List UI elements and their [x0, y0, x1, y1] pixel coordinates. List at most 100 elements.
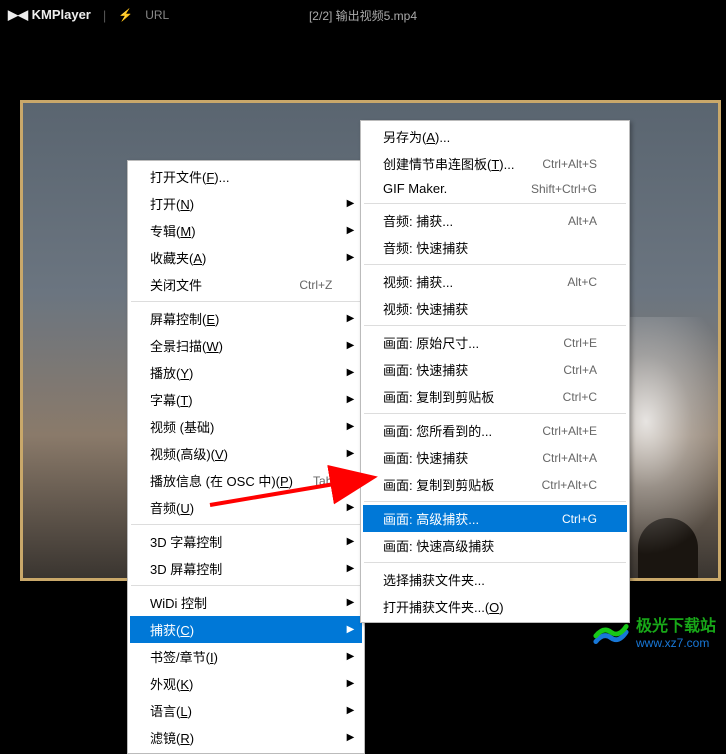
submenu-arrow-icon: ▶	[347, 705, 355, 716]
menu-item-label: 播放信息 (在 OSC 中)(P)	[150, 471, 293, 490]
watermark-icon	[592, 615, 630, 653]
menu-item-label: 视频: 捕获...	[383, 272, 453, 291]
menu-item[interactable]: 创建情节串连图板(T)...Ctrl+Alt+S	[363, 150, 627, 177]
menu-item[interactable]: 画面: 您所看到的... Ctrl+Alt+E	[363, 417, 627, 444]
app-logo: ▶◀ KMPlayer	[8, 7, 91, 23]
menu-separator	[131, 524, 361, 525]
submenu-arrow-icon: ▶	[347, 367, 355, 378]
menu-item-label: 打开文件(F)...	[150, 167, 229, 186]
menu-item-label: 打开(N)	[150, 194, 194, 213]
menu-item[interactable]: 关闭文件Ctrl+Z	[130, 271, 362, 298]
context-menu-main: 打开文件(F)...打开(N)▶专辑(M)▶收藏夹(A)▶关闭文件Ctrl+Z屏…	[127, 160, 365, 754]
submenu-arrow-icon: ▶	[347, 502, 355, 513]
menu-item[interactable]: 画面: 复制到剪贴板Ctrl+C	[363, 383, 627, 410]
silhouette	[638, 518, 698, 578]
menu-item[interactable]: GIF Maker.Shift+Ctrl+G	[363, 177, 627, 200]
watermark-url: www.xz7.com	[636, 636, 716, 650]
menu-item[interactable]: 画面: 快速捕获Ctrl+Alt+A	[363, 444, 627, 471]
url-label[interactable]: URL	[145, 8, 169, 22]
menu-item[interactable]: 选择捕获文件夹...	[363, 566, 627, 593]
submenu-arrow-icon: ▶	[347, 448, 355, 459]
menu-item[interactable]: 3D 字幕控制▶	[130, 528, 362, 555]
menu-item-label: 收藏夹(A)	[150, 248, 206, 267]
menu-item[interactable]: 画面: 快速高级捕获	[363, 532, 627, 559]
submenu-arrow-icon: ▶	[347, 597, 355, 608]
menu-item[interactable]: 全景扫描(W) ▶	[130, 332, 362, 359]
menu-item[interactable]: 视频: 捕获... Alt+C	[363, 268, 627, 295]
menu-item[interactable]: 画面: 原始尺寸...Ctrl+E	[363, 329, 627, 356]
menu-separator	[364, 501, 626, 502]
menu-separator	[131, 585, 361, 586]
menu-item-shortcut: Alt+C	[567, 275, 597, 289]
lightning-icon[interactable]: ⚡	[118, 8, 133, 22]
context-menu-capture: 另存为(A)... 创建情节串连图板(T)...Ctrl+Alt+SGIF Mak…	[360, 120, 630, 623]
menu-item-shortcut: Tab	[313, 474, 332, 488]
menu-item[interactable]: 语言(L) ▶	[130, 697, 362, 724]
titlebar: ▶◀ KMPlayer | ⚡ URL [2/2] 输出视频5.mp4	[0, 0, 726, 30]
menu-item[interactable]: 滤镜(R)▶	[130, 724, 362, 751]
menu-item-label: 字幕(T)	[150, 390, 193, 409]
menu-item-label: 画面: 快速高级捕获	[383, 536, 494, 555]
submenu-arrow-icon: ▶	[347, 340, 355, 351]
menu-item[interactable]: 画面: 复制到剪贴板Ctrl+Alt+C	[363, 471, 627, 498]
menu-item-label: 3D 字幕控制	[150, 532, 222, 551]
menu-item-label: 音频: 捕获...	[383, 211, 453, 230]
menu-item[interactable]: 捕获(C)▶	[130, 616, 362, 643]
menu-item-shortcut: Ctrl+A	[563, 363, 597, 377]
submenu-arrow-icon: ▶	[347, 678, 355, 689]
menu-item-label: 视频 (基础)	[150, 417, 214, 436]
menu-item-label: 另存为(A)...	[383, 127, 450, 146]
menu-item[interactable]: 打开捕获文件夹...(O)	[363, 593, 627, 620]
submenu-arrow-icon: ▶	[347, 394, 355, 405]
menu-item[interactable]: WiDi 控制▶	[130, 589, 362, 616]
menu-item[interactable]: 播放信息 (在 OSC 中)(P) Tab	[130, 467, 362, 494]
menu-item-label: 音频: 快速捕获	[383, 238, 468, 257]
menu-item[interactable]: 外观(K) ▶	[130, 670, 362, 697]
menu-item[interactable]: 音频: 快速捕获	[363, 234, 627, 261]
menu-item[interactable]: 视频(高级)(V) ▶	[130, 440, 362, 467]
menu-item-shortcut: Ctrl+C	[563, 390, 597, 404]
menu-item[interactable]: 专辑(M) ▶	[130, 217, 362, 244]
menu-item-label: 画面: 复制到剪贴板	[383, 475, 494, 494]
submenu-arrow-icon: ▶	[347, 225, 355, 236]
menu-item-label: 滤镜(R)	[150, 728, 194, 747]
menu-item-label: 全景扫描(W)	[150, 336, 223, 355]
menu-item[interactable]: 3D 屏幕控制 ▶	[130, 555, 362, 582]
menu-item[interactable]: 书签/章节(I)▶	[130, 643, 362, 670]
menu-item-label: 画面: 您所看到的...	[383, 421, 492, 440]
menu-item[interactable]: 画面: 高级捕获...Ctrl+G	[363, 505, 627, 532]
menu-item-label: 语言(L)	[150, 701, 192, 720]
submenu-arrow-icon: ▶	[347, 563, 355, 574]
menu-item-label: 3D 屏幕控制	[150, 559, 222, 578]
menu-item-label: 外观(K)	[150, 674, 193, 693]
menu-item[interactable]: 音频(U) ▶	[130, 494, 362, 521]
menu-item[interactable]: 播放(Y)▶	[130, 359, 362, 386]
menu-item-label: 视频(高级)(V)	[150, 444, 228, 463]
menu-item[interactable]: 屏幕控制(E)▶	[130, 305, 362, 332]
menu-item-label: 画面: 高级捕获...	[383, 509, 479, 528]
menu-item[interactable]: 收藏夹(A)▶	[130, 244, 362, 271]
menu-item-label: 专辑(M)	[150, 221, 196, 240]
menu-item[interactable]: 音频: 捕获...Alt+A	[363, 207, 627, 234]
submenu-arrow-icon: ▶	[347, 421, 355, 432]
menu-separator	[364, 413, 626, 414]
menu-item[interactable]: 视频 (基础) ▶	[130, 413, 362, 440]
menu-separator	[364, 203, 626, 204]
menu-item-shortcut: Ctrl+E	[563, 336, 597, 350]
menu-item[interactable]: 字幕(T) ▶	[130, 386, 362, 413]
menu-item-label: 屏幕控制(E)	[150, 309, 219, 328]
menu-item[interactable]: 视频: 快速捕获	[363, 295, 627, 322]
menu-item-label: 书签/章节(I)	[150, 647, 218, 666]
menu-item-label: 画面: 快速捕获	[383, 360, 468, 379]
menu-item-label: 音频(U)	[150, 498, 194, 517]
menu-item[interactable]: 打开文件(F)...	[130, 163, 362, 190]
submenu-arrow-icon: ▶	[347, 198, 355, 209]
menu-separator	[364, 264, 626, 265]
watermark-text-cn: 极光下载站	[636, 617, 716, 636]
menu-item-shortcut: Ctrl+Alt+E	[542, 424, 597, 438]
menu-item[interactable]: 画面: 快速捕获 Ctrl+A	[363, 356, 627, 383]
menu-separator	[364, 562, 626, 563]
menu-item-label: 打开捕获文件夹...(O)	[383, 597, 504, 616]
menu-item[interactable]: 打开(N) ▶	[130, 190, 362, 217]
menu-item[interactable]: 另存为(A)...	[363, 123, 627, 150]
